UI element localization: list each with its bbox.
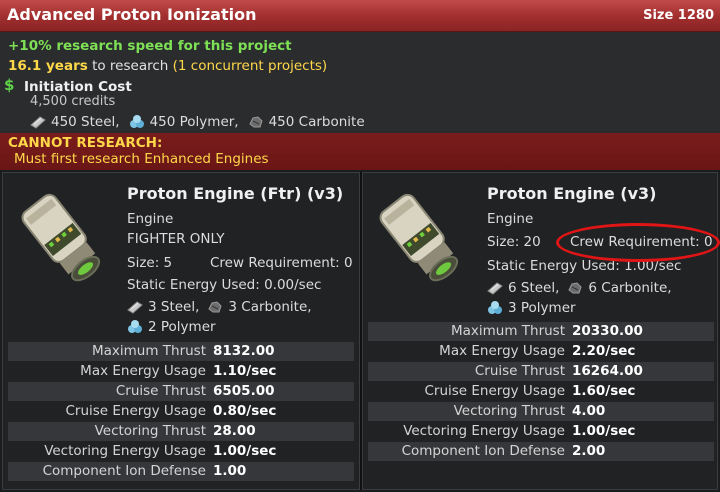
crew-requirement-highlight: [556, 223, 720, 262]
stat-value: 0.80/sec: [213, 403, 277, 419]
polymer-amount-left: 2 Polymer: [148, 319, 216, 335]
component-type-left: Engine: [127, 211, 174, 227]
research-bonus: +10% research speed for this project: [8, 38, 292, 54]
component-crew-left: Crew Requirement: 0: [210, 255, 353, 271]
polymer-cost: 450 Polymer,: [149, 114, 239, 130]
credits-icon: $: [4, 76, 15, 94]
stat-value: 1.00/sec: [213, 443, 277, 459]
research-time: 16.1 years to research (1 concurrent pro…: [8, 58, 327, 74]
stat-label: Cruise Thrust: [115, 383, 206, 399]
stat-label: Max Energy Usage: [80, 363, 206, 379]
stat-row: Vectoring Thrust 4.00: [368, 402, 714, 421]
component-polymer-left: 2 Polymer: [127, 319, 216, 335]
component-name-left: Proton Engine (Ftr) (v3): [127, 184, 344, 203]
stat-label: Cruise Energy Usage: [65, 403, 206, 419]
component-materials-right: 6 Steel, 6 Carbonite,: [487, 280, 672, 296]
polymer-blob-icon: [128, 320, 142, 333]
steel-cost: 450 Steel,: [51, 114, 120, 130]
stat-row: Cruise Thrust 16264.00: [368, 362, 714, 381]
research-info: +10% research speed for this project 16.…: [0, 32, 720, 133]
steel-ingot-icon: [487, 282, 503, 295]
carbonite-rock-icon: [208, 301, 222, 313]
research-title: Advanced Proton Ionization: [7, 5, 257, 24]
steel-amount-right: 6 Steel,: [508, 280, 560, 296]
stat-value: 6505.00: [213, 383, 275, 399]
component-size-right: Size: 20: [487, 234, 541, 250]
stat-label: Maximum Thrust: [91, 343, 206, 359]
resource-costs: 450 Steel, 450 Polymer, 450 Carbonite: [30, 114, 365, 130]
carbonite-rock-icon: [568, 282, 582, 294]
research-time-suffix: to research: [87, 58, 173, 74]
carbonite-cost: 450 Carbonite: [268, 114, 365, 130]
stat-row: Vectoring Thrust 28.00: [8, 422, 354, 441]
stat-row: Maximum Thrust 20330.00: [368, 322, 714, 341]
concurrent-projects: (1 concurrent projects): [172, 58, 328, 74]
stat-label: Vectoring Thrust: [453, 403, 565, 419]
steel-ingot-icon: [30, 116, 46, 129]
stat-label: Component Ion Defense: [401, 443, 565, 459]
title-bar: Advanced Proton Ionization Size 1280: [0, 0, 720, 32]
component-restriction-left: FIGHTER ONLY: [127, 231, 225, 247]
stat-value: 1.00/sec: [572, 423, 636, 439]
component-type-right: Engine: [487, 211, 534, 227]
steel-ingot-icon: [127, 301, 143, 314]
stat-row: Component Ion Defense 2.00: [368, 442, 714, 461]
stat-value: 20330.00: [572, 323, 643, 339]
stat-row: Vectoring Energy Usage 1.00/sec: [8, 442, 354, 461]
component-name-right: Proton Engine (v3): [487, 184, 657, 203]
stat-value: 16264.00: [572, 363, 643, 379]
stat-label: Cruise Thrust: [474, 363, 565, 379]
stat-row: Max Energy Usage 2.20/sec: [368, 342, 714, 361]
research-size: Size 1280: [643, 8, 714, 23]
stat-label: Cruise Energy Usage: [424, 383, 565, 399]
stat-row: Cruise Energy Usage 1.60/sec: [368, 382, 714, 401]
polymer-amount-right: 3 Polymer: [508, 300, 576, 316]
engine-component-icon: [21, 193, 101, 282]
component-size-left: Size: 5: [127, 255, 173, 271]
component-static-energy-left: Static Energy Used: 0.00/sec: [127, 277, 322, 293]
stat-value: 2.00: [572, 443, 606, 459]
polymer-blob-icon: [129, 115, 144, 128]
initiation-cost-label: Initiation Cost: [24, 79, 132, 95]
credits-cost: 4,500 credits: [30, 94, 116, 109]
stat-label: Vectoring Energy Usage: [403, 423, 565, 439]
carbonite-amount-right: 6 Carbonite,: [588, 280, 672, 296]
stat-value: 1.00: [213, 463, 247, 479]
cannot-research-warning: CANNOT RESEARCH: Must first research Enh…: [0, 133, 720, 170]
research-years: 16.1 years: [8, 58, 88, 74]
stat-value: 8132.00: [213, 343, 275, 359]
component-materials-left: 3 Steel, 3 Carbonite,: [127, 299, 312, 315]
warning-message: Must first research Enhanced Engines: [14, 151, 269, 167]
component-polymer-right: 3 Polymer: [487, 300, 576, 316]
carbonite-amount-left: 3 Carbonite,: [228, 299, 312, 315]
stat-label: Vectoring Thrust: [94, 423, 206, 439]
polymer-blob-icon: [488, 301, 502, 314]
carbonite-rock-icon: [248, 116, 263, 128]
stat-label: Maximum Thrust: [450, 323, 565, 339]
warning-heading: CANNOT RESEARCH:: [8, 135, 163, 151]
stat-row: Cruise Energy Usage 0.80/sec: [8, 402, 354, 421]
stat-row: Cruise Thrust 6505.00: [8, 382, 354, 401]
stat-row: Component Ion Defense 1.00: [8, 462, 354, 481]
stat-row: Max Energy Usage 1.10/sec: [8, 362, 354, 381]
stat-value: 1.10/sec: [213, 363, 277, 379]
stat-row: Vectoring Energy Usage 1.00/sec: [368, 422, 714, 441]
stat-label: Component Ion Defense: [42, 463, 206, 479]
stat-value: 2.20/sec: [572, 343, 636, 359]
stat-value: 1.60/sec: [572, 383, 636, 399]
engine-component-icon: [379, 193, 459, 282]
stat-label: Vectoring Energy Usage: [44, 443, 206, 459]
stat-row: Maximum Thrust 8132.00: [8, 342, 354, 361]
stat-value: 4.00: [572, 403, 606, 419]
steel-amount-left: 3 Steel,: [148, 299, 200, 315]
stat-value: 28.00: [213, 423, 256, 439]
stat-label: Max Energy Usage: [439, 343, 565, 359]
